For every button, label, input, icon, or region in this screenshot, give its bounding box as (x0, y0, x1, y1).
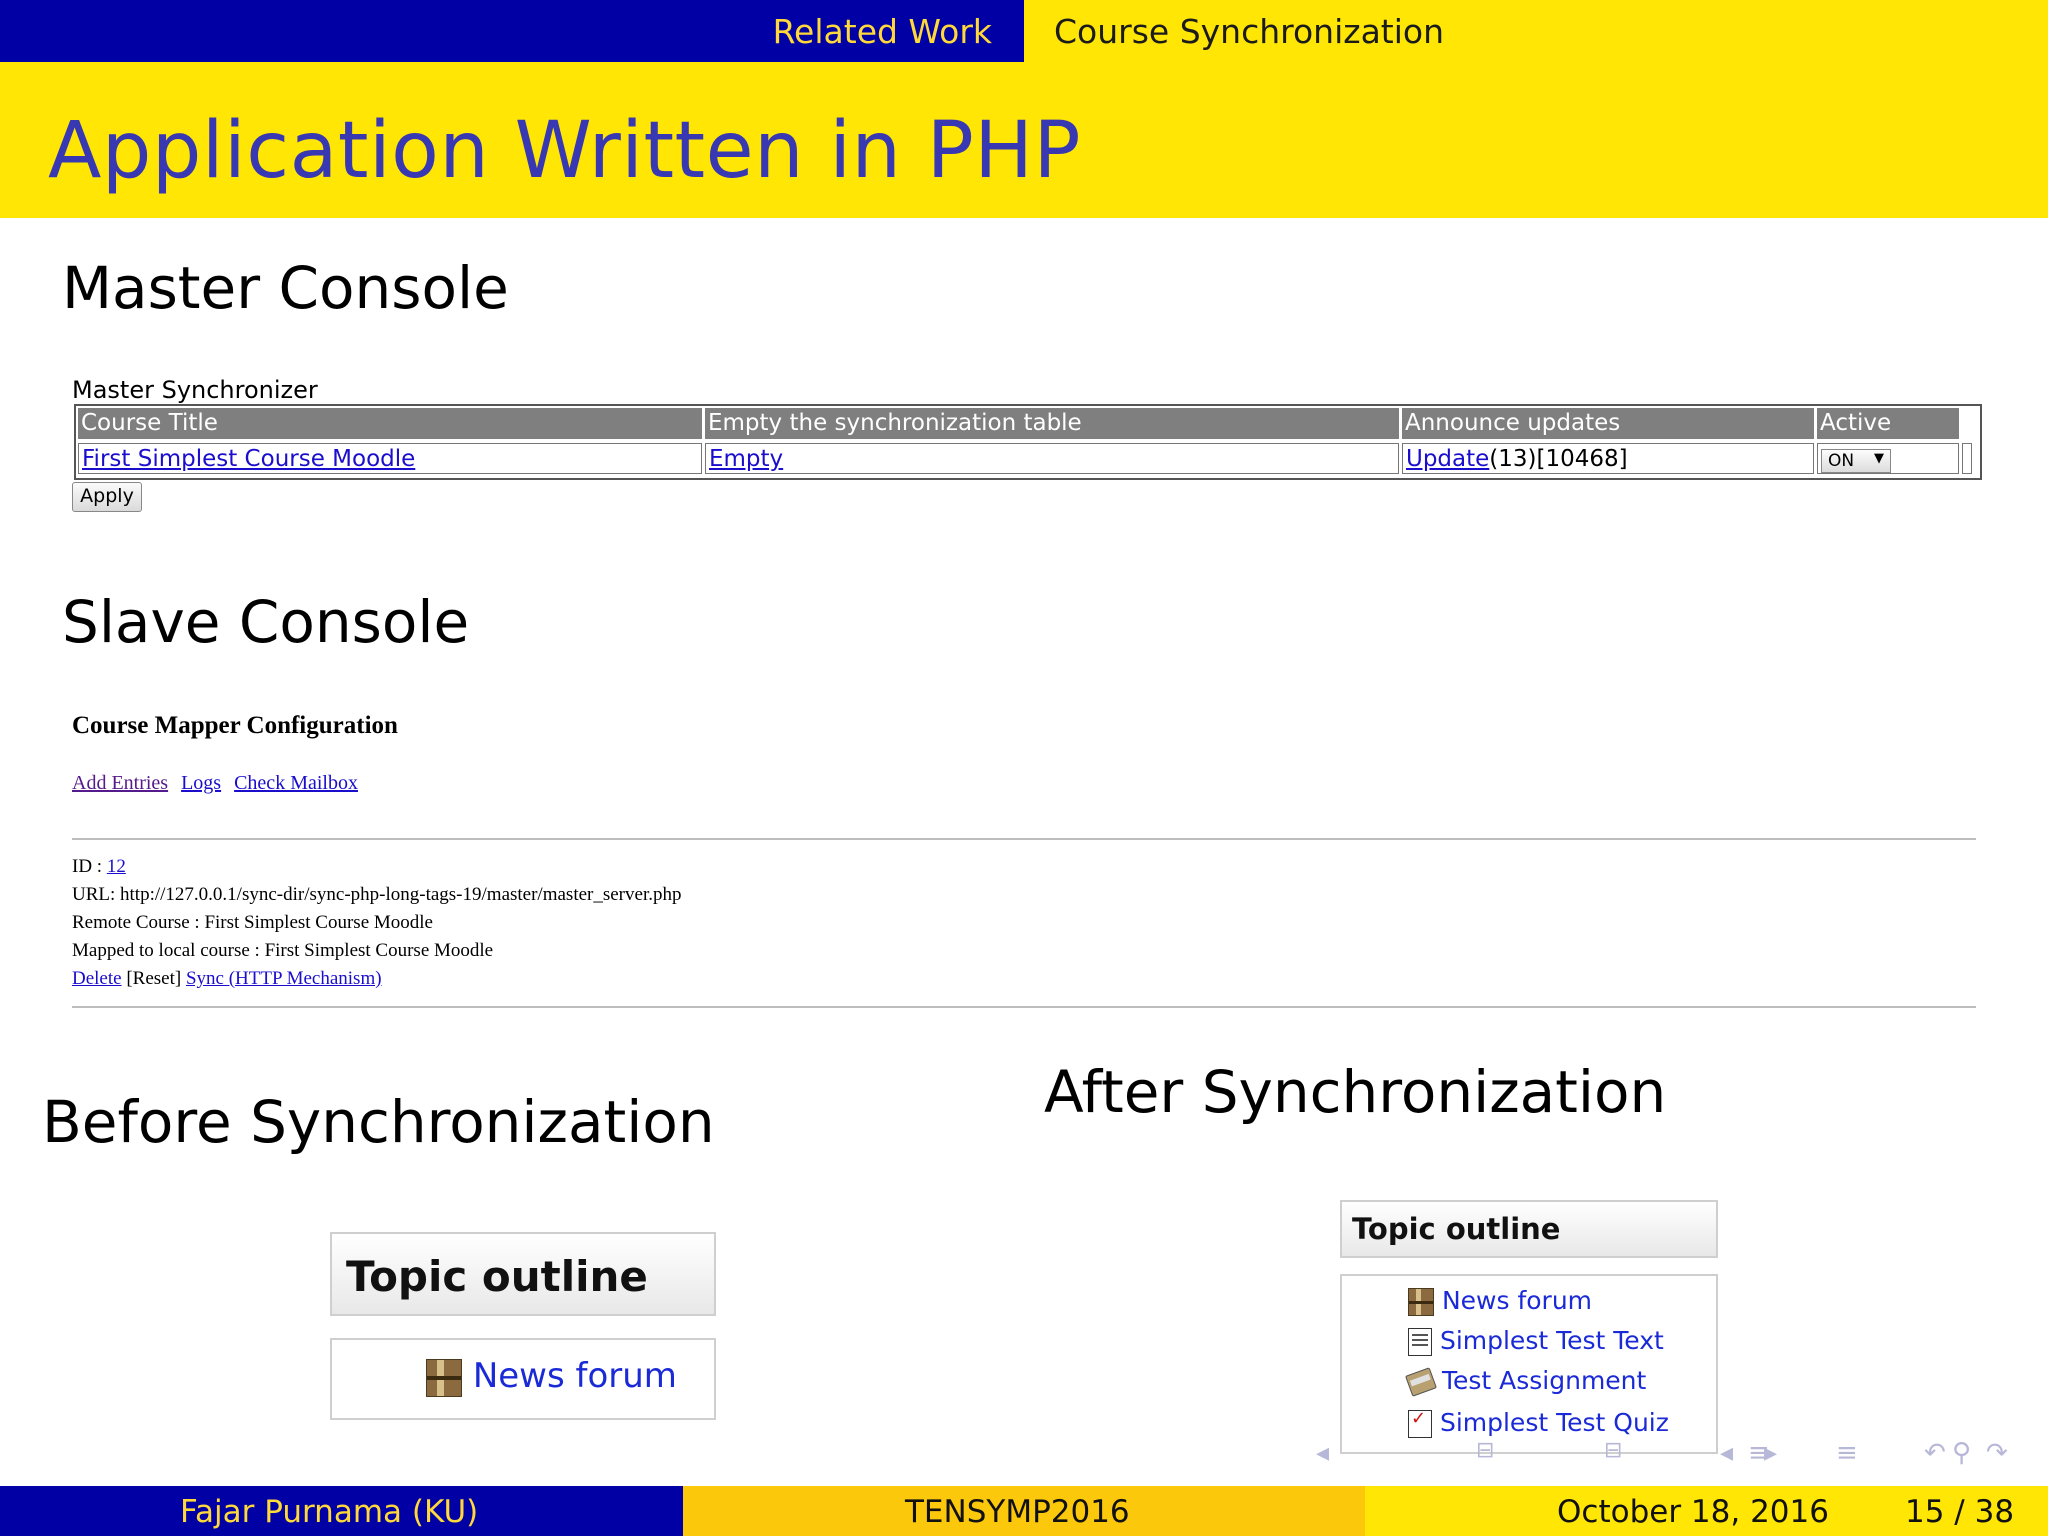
list-item[interactable]: Simplest Test Text (1408, 1326, 1664, 1356)
nav-search-icon[interactable]: ⚲ (1952, 1438, 1971, 1472)
quiz-icon (1408, 1408, 1432, 1438)
before-synchronization-heading: Before Synchronization (42, 1088, 715, 1156)
footer-author-panel: Fajar Purnama (KU) (0, 1486, 683, 1536)
apply-button[interactable]: Apply (72, 482, 142, 512)
nav-section-course-synchronization[interactable]: Course Synchronization (1054, 12, 1444, 51)
nav-prev-frame-icon[interactable]: ◂ (1316, 1438, 1329, 1472)
text-icon (1408, 1328, 1432, 1356)
list-item[interactable]: Test Assignment (1405, 1366, 1647, 1397)
add-entries-link[interactable]: Add Entries (72, 772, 168, 794)
mapping-url-line: URL: http://127.0.0.1/sync-dir/sync-php-… (72, 884, 682, 905)
nav-next-section-icon[interactable]: ▸ (1764, 1438, 1777, 1472)
column-header-empty-table: Empty the synchronization table (705, 408, 1399, 439)
topic-item-label: Simplest Test Quiz (1439, 1408, 1669, 1437)
reset-text: [Reset] (121, 968, 186, 989)
mapped-course-line: Mapped to local course : First Simplest … (72, 940, 494, 961)
nav-section-related-work[interactable]: Related Work (773, 12, 992, 51)
forum-icon (1408, 1288, 1434, 1316)
nav-section-icon[interactable]: ⊟ (1604, 1438, 1622, 1472)
sync-http-link[interactable]: Sync (HTTP Mechanism) (186, 968, 382, 989)
update-counts: (13)[10468] (1489, 446, 1628, 472)
course-mapper-links: Add Entries Logs Check Mailbox (72, 772, 366, 795)
frame-title-bar: Application Written in PHP (0, 62, 2048, 218)
topic-item-label: News forum (1441, 1286, 1593, 1315)
empty-link[interactable]: Empty (709, 446, 783, 472)
divider-bottom (72, 1006, 1976, 1008)
footer-author: Fajar Purnama (KU) (180, 1494, 479, 1530)
course-mapper-title: Course Mapper Configuration (72, 712, 398, 739)
check-mailbox-link[interactable]: Check Mailbox (234, 772, 358, 794)
assignment-icon (1405, 1367, 1437, 1397)
active-cell: ON ▼ (1817, 443, 1959, 474)
empty-cell: Empty (705, 443, 1399, 474)
mapping-actions-line: Delete [Reset] Sync (HTTP Mechanism) (72, 968, 382, 990)
nav-back-icon[interactable]: ↶ (1924, 1438, 1946, 1472)
column-header-active: Active (1817, 408, 1959, 439)
table-header-row: Course Title Empty the synchronization t… (78, 408, 1978, 441)
mapping-id-label: ID : (72, 856, 107, 877)
chevron-down-icon: ▼ (1874, 451, 1884, 466)
nav-right-panel: Course Synchronization (1024, 0, 2048, 62)
update-link[interactable]: Update (1406, 446, 1489, 472)
table-row: First Simplest Course Moodle Empty Updat… (78, 443, 1978, 476)
after-topic-outline-title: Topic outline (1340, 1200, 1718, 1258)
nav-left-panel: Related Work (0, 0, 1024, 62)
divider-top (72, 838, 1976, 840)
top-navigation-bar: Related Work Course Synchronization (0, 0, 2048, 62)
nav-document-icon[interactable]: ≡ (1836, 1438, 1858, 1472)
footer-event: TENSYMP2016 (905, 1494, 1130, 1530)
footer-page-number: 15 / 38 (1905, 1494, 2015, 1530)
logs-link[interactable]: Logs (181, 772, 221, 794)
column-header-course-title: Course Title (78, 408, 702, 439)
forum-icon (426, 1358, 462, 1397)
delete-link[interactable]: Delete (72, 968, 122, 989)
mapping-id-link[interactable]: 12 (107, 856, 126, 877)
frame-title: Application Written in PHP (48, 106, 1081, 196)
column-header-announce-updates: Announce updates (1402, 408, 1814, 439)
topic-item-label: News forum (472, 1356, 677, 1396)
course-title-cell: First Simplest Course Moodle (78, 443, 702, 474)
mapping-id-line: ID : 12 (72, 856, 126, 878)
footer-event-panel: TENSYMP2016 (683, 1486, 1365, 1536)
master-synchronizer-table: Course Title Empty the synchronization t… (74, 404, 1982, 480)
topic-item-label: Test Assignment (1441, 1366, 1647, 1395)
footer-date: October 18, 2016 (1557, 1494, 1829, 1530)
master-console-heading: Master Console (62, 254, 509, 322)
remote-course-line: Remote Course : First Simplest Course Mo… (72, 912, 433, 933)
course-title-link[interactable]: First Simplest Course Moodle (82, 446, 415, 472)
after-synchronization-heading: After Synchronization (1044, 1058, 1667, 1126)
footer-date-panel: October 18, 2016 15 / 38 (1365, 1486, 2048, 1536)
footer-bar: Fajar Purnama (KU) TENSYMP2016 October 1… (0, 1486, 2048, 1536)
topic-item-label: Simplest Test Text (1439, 1326, 1664, 1355)
slave-console-heading: Slave Console (62, 588, 470, 656)
list-item[interactable]: News forum (426, 1356, 677, 1397)
active-select[interactable]: ON ▼ (1821, 449, 1891, 473)
active-select-value: ON (1828, 451, 1855, 471)
list-item[interactable]: Simplest Test Quiz (1408, 1408, 1669, 1438)
before-topic-outline-title: Topic outline (330, 1232, 716, 1316)
nav-prev-section-icon[interactable]: ◂ (1720, 1438, 1733, 1472)
list-item[interactable]: News forum (1408, 1286, 1592, 1316)
announce-updates-cell: Update(13)[10468] (1402, 443, 1814, 474)
master-synchronizer-caption: Master Synchronizer (72, 376, 318, 404)
nav-subsection-icon[interactable]: ⊟ (1476, 1438, 1494, 1472)
row-scroll-stub (1962, 443, 1972, 474)
nav-forward-icon[interactable]: ↷ (1986, 1438, 2008, 1472)
